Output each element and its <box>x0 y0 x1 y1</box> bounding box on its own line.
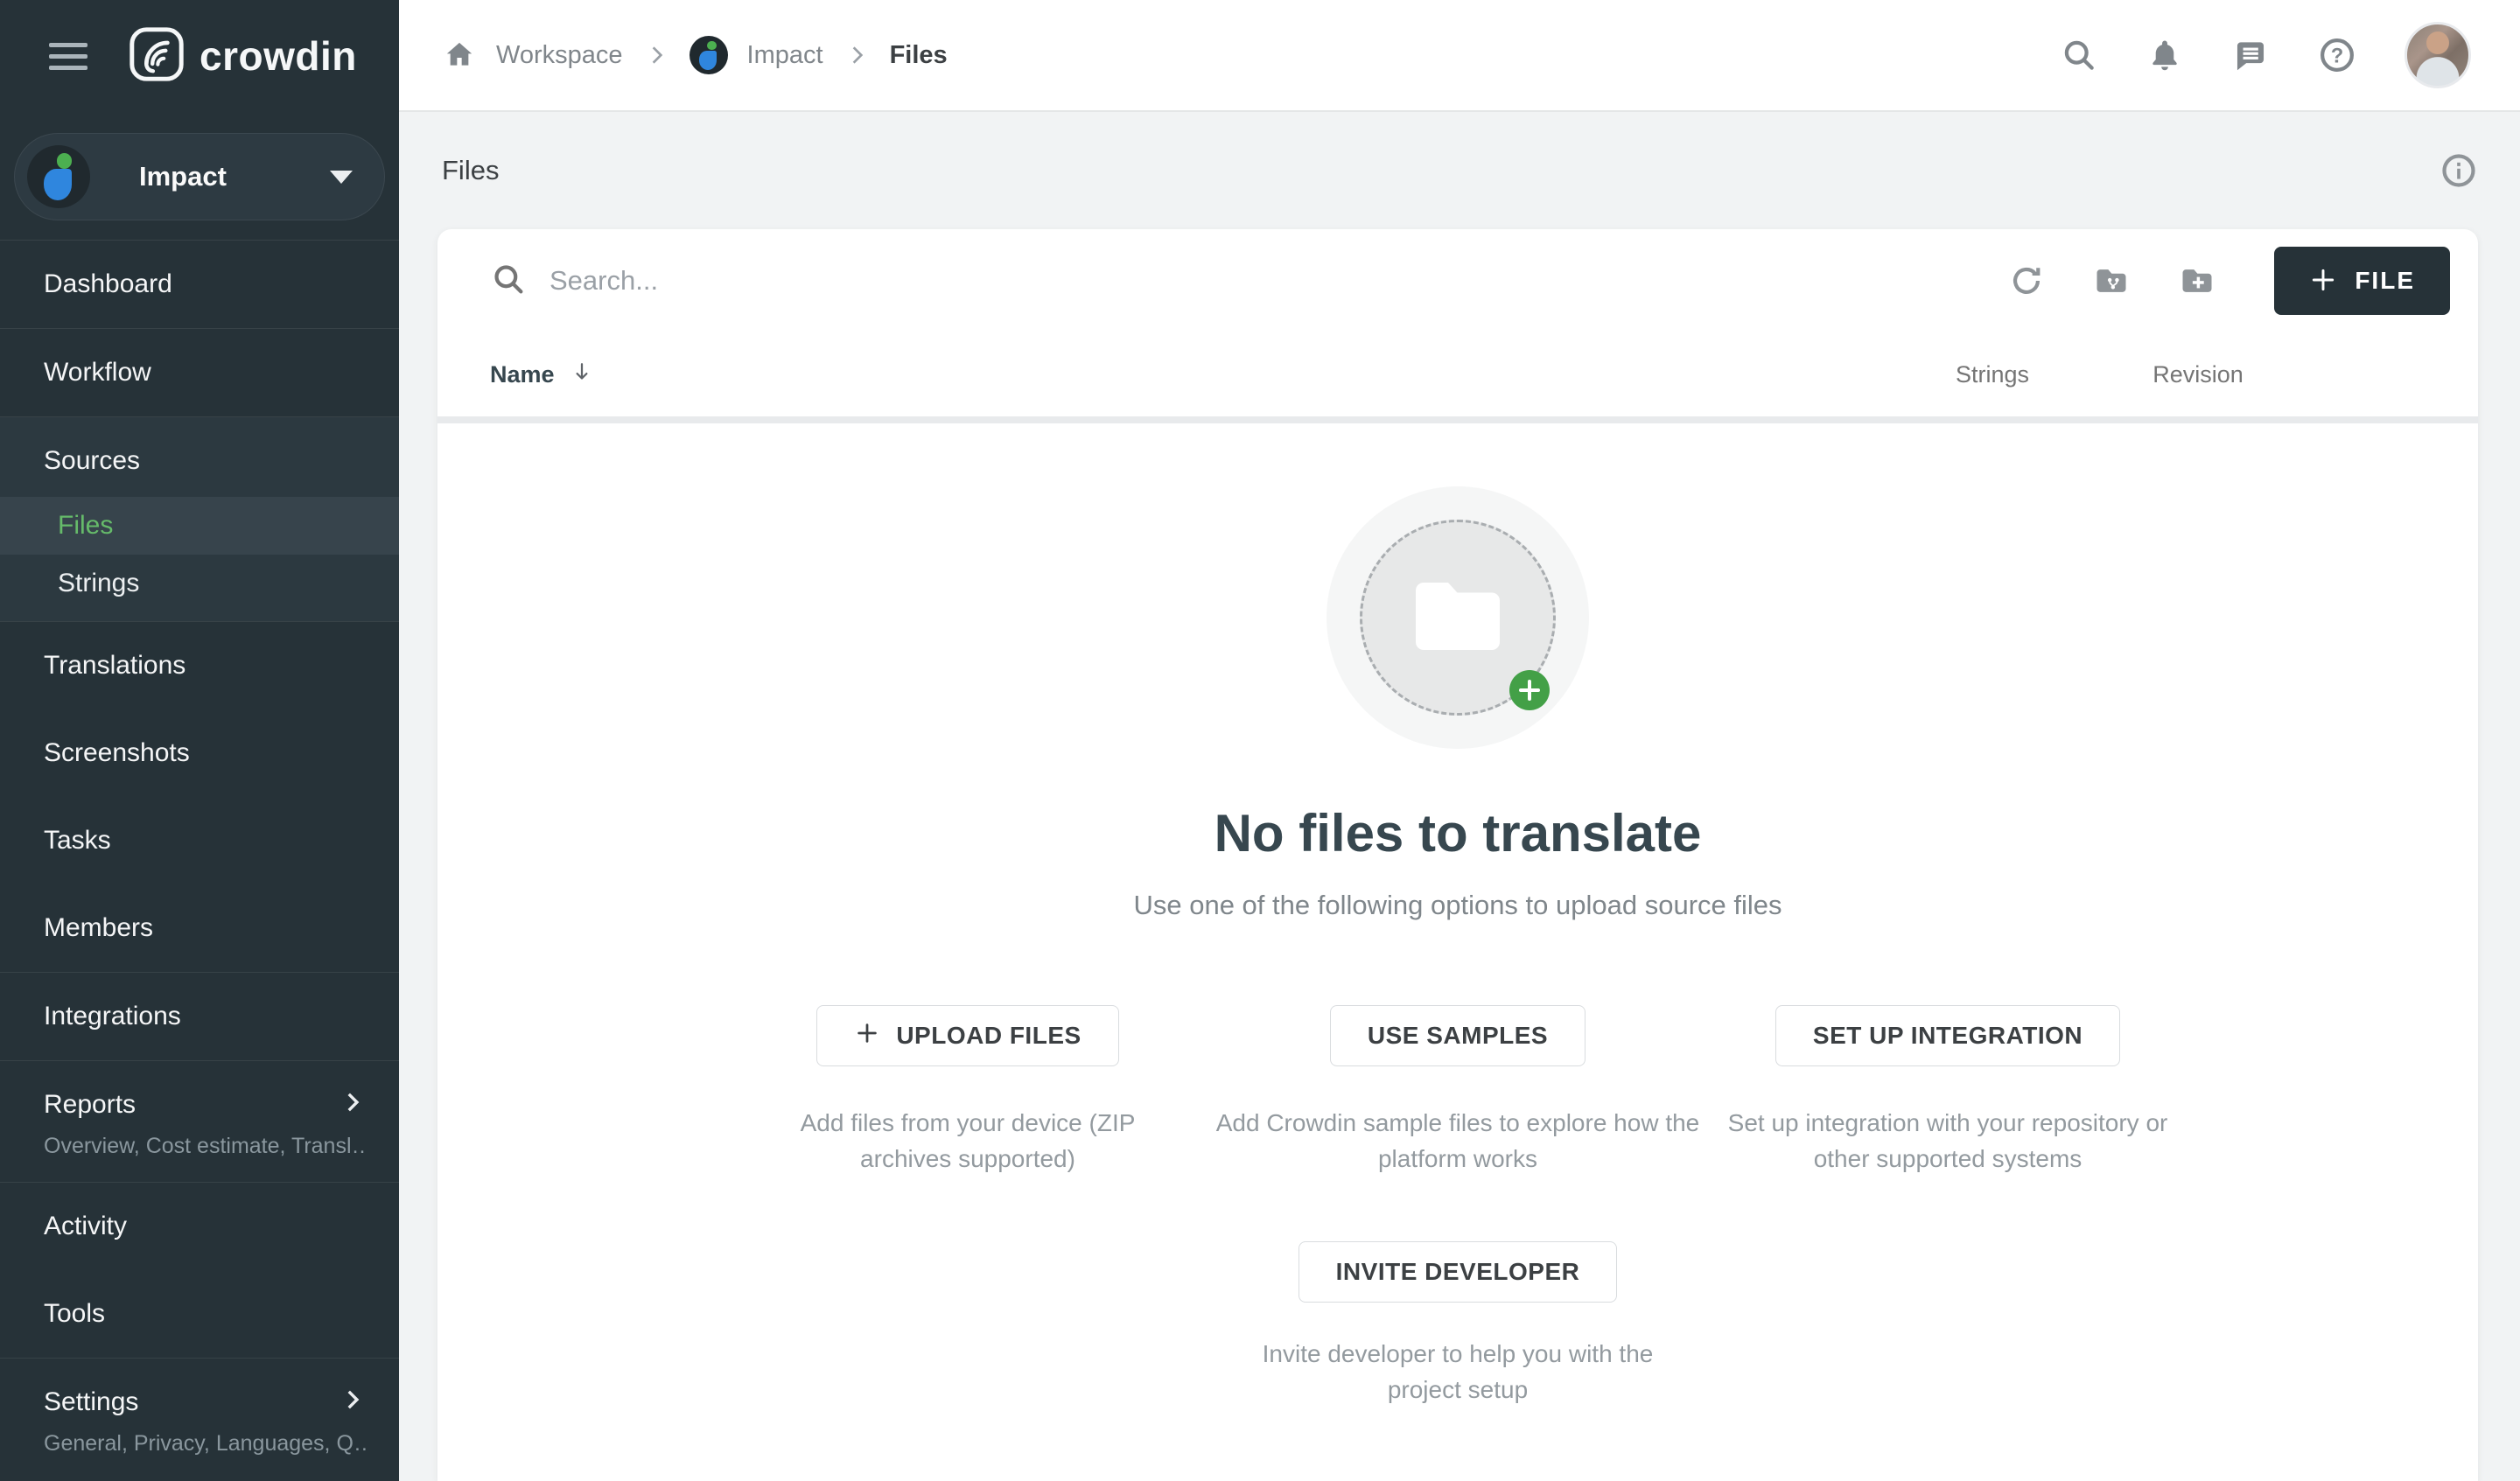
empty-folder-illustration <box>1326 486 1589 749</box>
sidebar-item-label: Reports <box>44 1090 136 1120</box>
search-input[interactable] <box>550 265 2008 297</box>
main-content: Files <box>399 112 2520 1481</box>
empty-state-title: No files to translate <box>1214 803 1702 863</box>
table-header: Name Strings Revision <box>438 332 2478 416</box>
files-toolbar: FILE <box>438 229 2478 332</box>
setup-integration-button[interactable]: SET UP INTEGRATION <box>1775 1005 2120 1066</box>
search-box <box>490 261 2008 302</box>
sidebar-item-sources[interactable]: Sources <box>0 417 399 497</box>
chevron-right-icon <box>843 41 871 69</box>
breadcrumb-current: Files <box>890 41 948 70</box>
column-strings[interactable]: Strings <box>1905 361 2080 388</box>
info-icon[interactable] <box>2440 151 2478 190</box>
folder-branch-icon[interactable] <box>2092 262 2131 300</box>
messages-icon[interactable] <box>2231 36 2270 74</box>
sidebar-item-tasks[interactable]: Tasks <box>0 797 399 884</box>
crowdin-wordmark: crowdin <box>200 32 357 80</box>
invite-developer-button[interactable]: INVITE DEVELOPER <box>1298 1241 1618 1303</box>
sidebar: Impact Dashboard Workflow Sources Files … <box>0 112 399 1481</box>
add-file-button[interactable]: FILE <box>2274 247 2450 315</box>
topbar-main: Workspace Impact Files <box>399 0 2520 112</box>
empty-state-subtitle: Use one of the following options to uplo… <box>1133 890 1782 921</box>
home-icon[interactable] <box>442 38 477 73</box>
column-revision[interactable]: Revision <box>2102 361 2294 388</box>
sidebar-item-subtitle: General, Privacy, Languages, Q… <box>44 1431 368 1457</box>
breadcrumb: Workspace Impact Files <box>442 36 948 74</box>
search-icon <box>490 261 527 302</box>
brand-area: crowdin <box>0 0 399 112</box>
chevron-right-icon <box>642 41 670 69</box>
sidebar-item-screenshots[interactable]: Screenshots <box>0 709 399 797</box>
page-title: Files <box>442 155 499 186</box>
add-files-plus-badge[interactable] <box>1509 670 1550 710</box>
svg-text:?: ? <box>2331 44 2344 67</box>
invite-developer-option: INVITE DEVELOPER Invite developer to hel… <box>1239 1241 1676 1408</box>
sidebar-item-settings[interactable]: Settings General, Privacy, Languages, Q… <box>0 1359 399 1479</box>
plus-icon <box>2309 266 2337 297</box>
sidebar-item-members[interactable]: Members <box>0 884 399 972</box>
sidebar-item-reports[interactable]: Reports Overview, Cost estimate, Transl… <box>0 1061 399 1182</box>
sidebar-item-dashboard[interactable]: Dashboard <box>0 241 399 328</box>
user-avatar[interactable] <box>2404 22 2471 88</box>
setup-integration-description: Set up integration with your repository … <box>1703 1105 2193 1177</box>
sidebar-item-tools[interactable]: Tools <box>0 1270 399 1358</box>
add-file-button-label: FILE <box>2355 267 2415 295</box>
sidebar-item-translations[interactable]: Translations <box>0 622 399 709</box>
help-icon[interactable]: ? <box>2317 35 2357 75</box>
upload-options: UPLOAD FILES Add files from your device … <box>723 1005 2193 1177</box>
sidebar-item-strings[interactable]: Strings <box>0 555 399 612</box>
upload-files-option: UPLOAD FILES Add files from your device … <box>723 1005 1213 1177</box>
use-samples-description: Add Crowdin sample files to explore how … <box>1213 1105 1703 1177</box>
sidebar-item-activity[interactable]: Activity <box>0 1183 399 1270</box>
files-card: FILE Name Strings Revision <box>438 229 2478 1481</box>
project-avatar <box>690 36 728 74</box>
sidebar-item-workflow[interactable]: Workflow <box>0 329 399 416</box>
project-avatar <box>27 145 90 208</box>
menu-hamburger-icon[interactable] <box>49 43 88 70</box>
breadcrumb-project[interactable]: Impact <box>747 41 823 70</box>
plus-icon <box>854 1020 880 1052</box>
sort-down-icon <box>569 359 595 391</box>
chevron-right-icon <box>338 1385 368 1419</box>
crowdin-logo[interactable]: crowdin <box>128 25 357 87</box>
crowdin-logo-icon <box>128 25 186 87</box>
chevron-right-icon <box>338 1087 368 1121</box>
notifications-bell-icon[interactable] <box>2146 36 2184 74</box>
folder-icon <box>1410 576 1505 660</box>
app-window: crowdin Workspace Impact Files <box>0 0 2520 1481</box>
upload-files-button[interactable]: UPLOAD FILES <box>816 1005 1118 1066</box>
topbar-actions: ? <box>2060 22 2471 88</box>
column-name[interactable]: Name <box>490 359 1905 391</box>
topbar: crowdin Workspace Impact Files <box>0 0 2520 112</box>
column-name-label: Name <box>490 361 555 388</box>
sidebar-item-subtitle: Overview, Cost estimate, Transl… <box>44 1134 368 1159</box>
caret-down-icon <box>330 171 353 184</box>
refresh-icon[interactable] <box>2008 262 2045 299</box>
toolbar-actions: FILE <box>2008 247 2450 315</box>
sidebar-item-label: Settings <box>44 1387 138 1417</box>
use-samples-button[interactable]: USE SAMPLES <box>1330 1005 1586 1066</box>
setup-integration-option: SET UP INTEGRATION Set up integration wi… <box>1703 1005 2193 1177</box>
invite-developer-description: Invite developer to help you with the pr… <box>1239 1336 1676 1408</box>
upload-files-button-label: UPLOAD FILES <box>896 1022 1081 1050</box>
breadcrumb-workspace[interactable]: Workspace <box>496 41 623 70</box>
page-header: Files <box>399 112 2520 229</box>
body: Impact Dashboard Workflow Sources Files … <box>0 112 2520 1481</box>
project-name: Impact <box>139 161 330 192</box>
search-icon[interactable] <box>2060 36 2098 74</box>
upload-files-description: Add files from your device (ZIP archives… <box>793 1105 1143 1177</box>
empty-state: No files to translate Use one of the fol… <box>438 423 2478 1481</box>
table-header-divider <box>438 416 2478 423</box>
new-folder-icon[interactable] <box>2178 262 2216 300</box>
sidebar-item-files[interactable]: Files <box>0 497 399 555</box>
project-selector[interactable]: Impact <box>14 133 385 220</box>
sidebar-item-integrations[interactable]: Integrations <box>0 973 399 1060</box>
project-selector-wrap: Impact <box>0 112 399 240</box>
use-samples-option: USE SAMPLES Add Crowdin sample files to … <box>1213 1005 1703 1177</box>
sidebar-group-sources: Sources Files Strings <box>0 417 399 621</box>
